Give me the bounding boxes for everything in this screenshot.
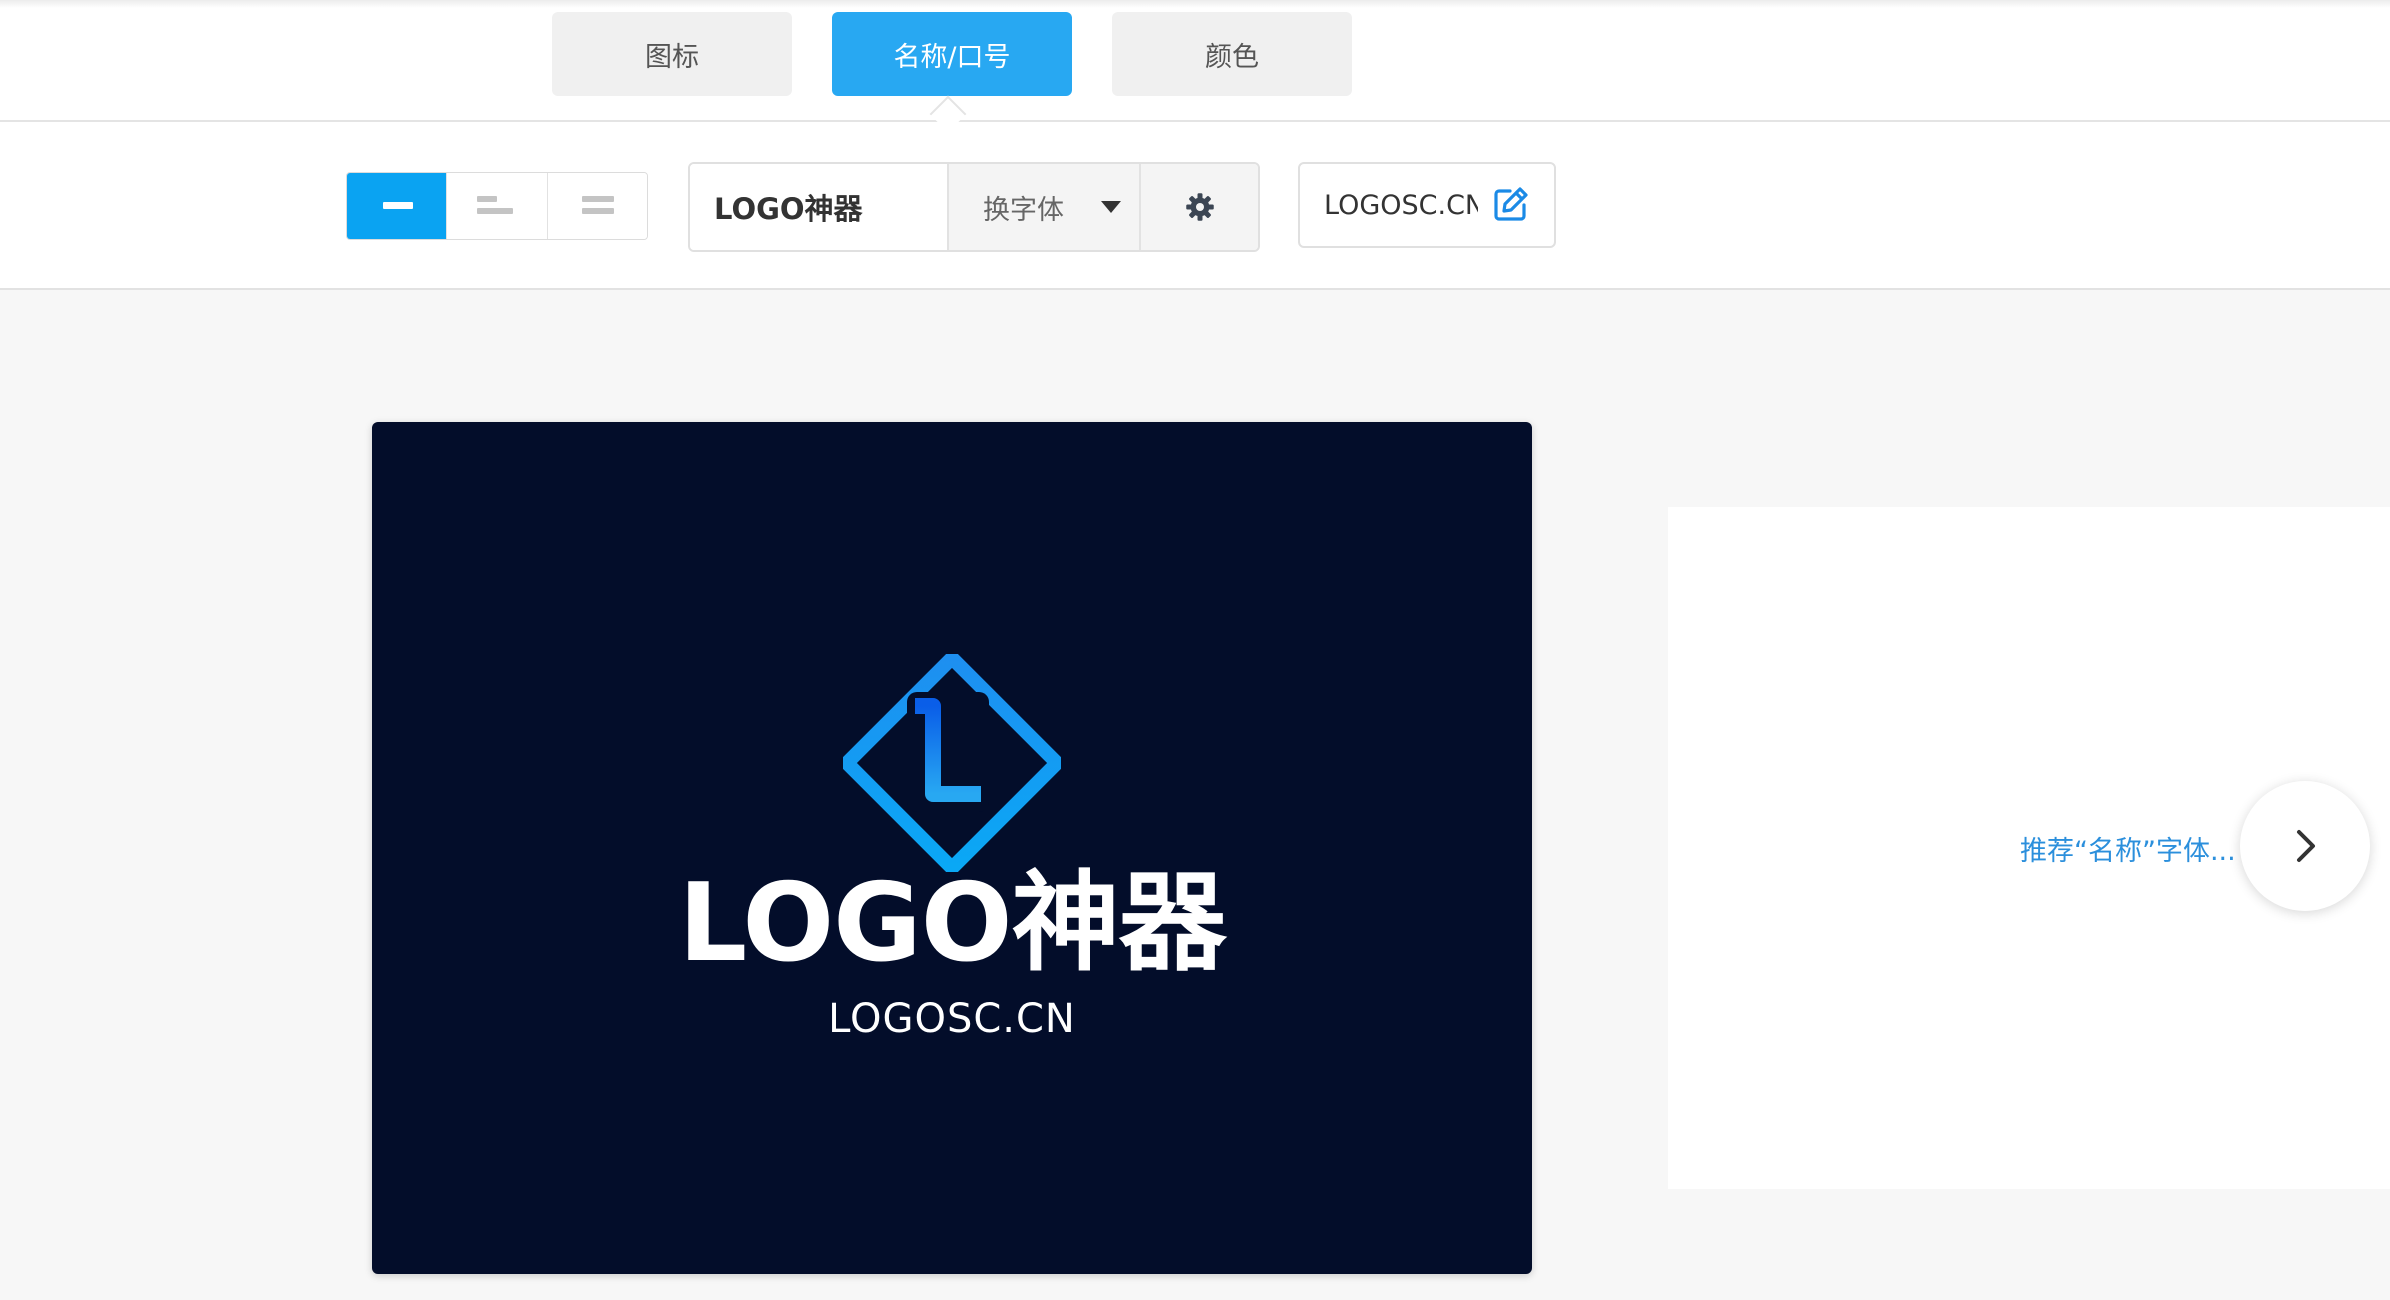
name-input[interactable]: [690, 164, 947, 250]
slogan-editor: [1298, 162, 1556, 248]
name-toolbar: 换字体: [0, 122, 2390, 290]
layout-center-icon: [383, 202, 413, 209]
slogan-input[interactable]: [1324, 189, 1478, 221]
layout-center-button[interactable]: [347, 173, 448, 239]
chevron-right-icon: [2297, 830, 2315, 862]
layout-left-button[interactable]: [447, 173, 548, 239]
tab-color[interactable]: 颜色: [1112, 12, 1352, 96]
pencil-square-icon: [1494, 187, 1528, 221]
font-select-label: 换字体: [983, 194, 1064, 226]
layout-toggle-group: [346, 172, 648, 240]
tab-name-slogan[interactable]: 名称/口号: [832, 12, 1072, 96]
font-settings-button[interactable]: [1139, 164, 1258, 250]
logo-slogan-text: LOGOSC.CN: [828, 996, 1076, 1042]
top-tab-bar: 图标 名称/口号 颜色: [0, 0, 2390, 122]
diamond-L-icon: [843, 654, 1061, 872]
logo-preview-canvas: LOGO神器 LOGOSC.CN: [372, 422, 1532, 1274]
gear-icon: [1185, 193, 1214, 221]
layout-stacked-button[interactable]: [547, 173, 647, 239]
topbar-shade: [0, 0, 2390, 8]
edit-slogan-button[interactable]: [1490, 185, 1530, 225]
recommend-font-link[interactable]: 推荐“名称”字体...: [2020, 829, 2250, 868]
name-editor: 换字体: [688, 162, 1260, 252]
logo-name-text: LOGO神器: [678, 861, 1226, 986]
font-select[interactable]: 换字体: [947, 164, 1139, 250]
next-button[interactable]: [2240, 781, 2370, 911]
caret-down-icon: [1101, 201, 1121, 213]
tab-icon[interactable]: 图标: [552, 12, 792, 96]
